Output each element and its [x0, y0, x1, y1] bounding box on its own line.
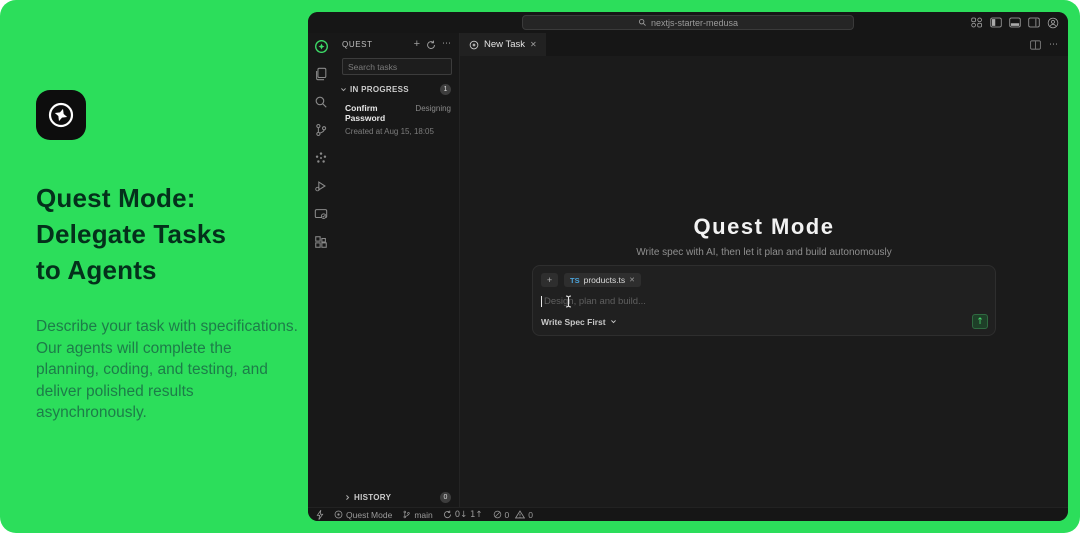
marketing-panel: Quest Mode: Delegate Tasks to Agents Des…	[36, 90, 298, 424]
tab-label: New Task	[484, 39, 525, 50]
extensions-icon[interactable]	[313, 234, 329, 250]
git-branch-status[interactable]: main	[402, 510, 432, 520]
feature-heading: Quest Mode: Delegate Tasks to Agents	[36, 180, 298, 288]
error-icon	[493, 510, 502, 519]
feature-description: Describe your task with specifications. …	[36, 316, 298, 424]
quest-tab-icon	[469, 40, 479, 50]
more-actions-button[interactable]: ⋯	[442, 40, 451, 49]
search-icon	[638, 18, 647, 27]
live-preview-icon[interactable]	[313, 206, 329, 222]
status-bar: Quest Mode main 0↓ 1↑ 0 0	[308, 507, 1068, 521]
chevron-down-icon	[340, 86, 347, 93]
ide-window: nextjs-starter-medusa	[308, 12, 1068, 521]
history-count-badge: 0	[440, 492, 451, 503]
typescript-icon: TS	[570, 276, 580, 285]
ibeam-cursor	[564, 295, 573, 308]
warning-icon	[515, 510, 525, 519]
sidebar-header: QUEST + ⋯	[334, 33, 459, 56]
customize-layout-icon[interactable]	[971, 17, 983, 28]
toggle-primary-sidebar-icon[interactable]	[990, 17, 1002, 28]
command-center-search[interactable]: nextjs-starter-medusa	[522, 15, 854, 30]
quest-mode-view: Quest Mode Write spec with AI, then let …	[460, 56, 1068, 507]
git-sync-status[interactable]: 0↓ 1↑	[443, 510, 483, 520]
task-created-at: Created at Aug 15, 18:05	[345, 127, 451, 136]
heading-line-1: Quest Mode:	[36, 180, 298, 216]
new-task-button[interactable]: +	[414, 39, 420, 50]
history-section[interactable]: HISTORY 0	[334, 489, 459, 506]
heading-line-3: to Agents	[36, 252, 298, 288]
send-button[interactable]: ↑	[972, 314, 988, 329]
toggle-secondary-sidebar-icon[interactable]	[1028, 17, 1040, 28]
chip-filename: products.ts	[584, 275, 626, 285]
task-list-item[interactable]: Confirm Password Designing Created at Au…	[334, 97, 459, 136]
dropdown-chevron-icon	[610, 318, 617, 325]
mode-dropdown[interactable]: Write Spec First	[541, 317, 617, 327]
agents-icon[interactable]	[313, 150, 329, 166]
history-label: HISTORY	[354, 493, 391, 502]
toggle-panel-icon[interactable]	[1009, 17, 1021, 28]
tab-new-task[interactable]: New Task ✕	[460, 33, 546, 56]
feature-card: Quest Mode: Delegate Tasks to Agents Des…	[0, 0, 1080, 533]
add-context-button[interactable]: +	[541, 273, 558, 287]
layout-controls	[971, 12, 1059, 33]
chip-remove-icon[interactable]: ✕	[629, 276, 635, 284]
task-title: Confirm Password	[345, 103, 415, 123]
split-editor-icon[interactable]	[1030, 40, 1041, 50]
editor-area: New Task ✕ ⋯ Quest Mode Write spec with …	[460, 33, 1068, 507]
task-composer[interactable]: + TS products.ts ✕ Design, plan and buil…	[532, 265, 996, 336]
refresh-button[interactable]	[426, 40, 436, 50]
tab-bar: New Task ✕ ⋯	[460, 33, 1068, 56]
in-progress-label: IN PROGRESS	[350, 85, 409, 94]
quest-logo-icon	[36, 90, 86, 140]
search-activity-icon[interactable]	[313, 94, 329, 110]
text-caret	[541, 296, 542, 307]
quest-sidebar: QUEST + ⋯ IN PROGRESS 1	[334, 33, 460, 507]
file-context-chip[interactable]: TS products.ts ✕	[564, 273, 641, 287]
mode-label: Write Spec First	[541, 317, 606, 327]
account-icon[interactable]	[1047, 17, 1059, 29]
quest-activity-icon[interactable]	[313, 38, 329, 54]
task-search-input[interactable]	[342, 58, 452, 75]
in-progress-count-badge: 1	[440, 84, 451, 95]
tab-close-icon[interactable]: ✕	[530, 40, 537, 49]
run-debug-icon[interactable]	[313, 178, 329, 194]
sidebar-title: QUEST	[342, 40, 373, 49]
editor-more-actions-icon[interactable]: ⋯	[1049, 40, 1058, 50]
activity-bar	[308, 33, 334, 507]
chevron-right-icon	[344, 494, 351, 501]
workspace-name: nextjs-starter-medusa	[651, 18, 738, 28]
remote-indicator[interactable]	[316, 510, 324, 520]
source-control-icon[interactable]	[313, 122, 329, 138]
quest-mode-title: Quest Mode	[460, 214, 1068, 240]
quest-mode-subtitle: Write spec with AI, then let it plan and…	[460, 247, 1068, 258]
explorer-icon[interactable]	[313, 66, 329, 82]
composer-placeholder: Design, plan and build...	[544, 296, 646, 307]
title-bar: nextjs-starter-medusa	[308, 12, 1068, 33]
task-status-badge: Designing	[415, 104, 451, 113]
in-progress-section[interactable]: IN PROGRESS 1	[334, 82, 459, 97]
heading-line-2: Delegate Tasks	[36, 216, 298, 252]
problems-status[interactable]: 0 0	[493, 510, 533, 520]
quest-mode-status[interactable]: Quest Mode	[334, 510, 392, 520]
composer-input[interactable]: Design, plan and build...	[541, 296, 987, 307]
